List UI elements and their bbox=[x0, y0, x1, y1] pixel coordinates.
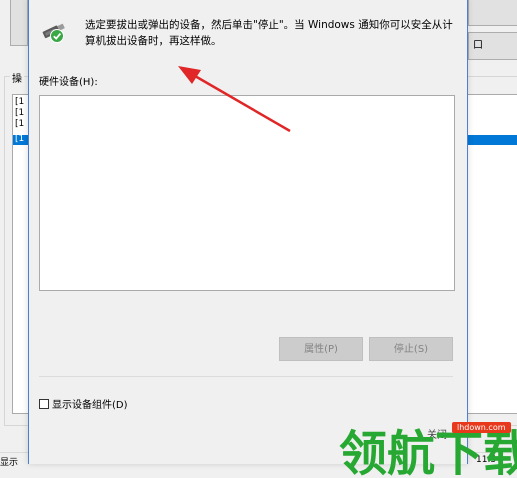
background-list-item[interactable]: [1 bbox=[15, 119, 24, 130]
background-list-item[interactable]: [1 bbox=[15, 97, 24, 108]
background-button-top-right[interactable] bbox=[468, 0, 517, 26]
background-status-left: 显示 bbox=[0, 458, 19, 468]
background-group-label: 操 bbox=[10, 70, 24, 85]
show-components-label: 显示设备组件(D) bbox=[52, 400, 128, 411]
watermark-brand: 领航下载 bbox=[339, 426, 517, 477]
hardware-device-list[interactable] bbox=[39, 95, 455, 291]
stop-button[interactable]: 停止(S) bbox=[369, 337, 453, 361]
background-list-item[interactable]: [1 bbox=[15, 108, 24, 119]
show-components-checkbox-row[interactable]: 显示设备组件(D) bbox=[39, 396, 128, 411]
instruction-text: 选定要拔出或弹出的设备，然后单击"停止"。当 Windows 通知你可以安全从计… bbox=[85, 19, 453, 47]
background-button-right[interactable]: 口 bbox=[468, 32, 517, 60]
watermark-url: lhdown.com bbox=[452, 422, 511, 433]
usb-drive-check-icon bbox=[42, 23, 65, 43]
background-button-left[interactable] bbox=[10, 0, 28, 46]
show-components-checkbox[interactable] bbox=[39, 398, 49, 409]
hardware-devices-label: 硬件设备(H): bbox=[39, 77, 98, 88]
properties-button[interactable]: 属性(P) bbox=[279, 337, 363, 361]
safely-remove-hardware-dialog: 选定要拔出或弹出的设备，然后单击"停止"。当 Windows 通知你可以安全从计… bbox=[28, 0, 468, 464]
divider bbox=[39, 376, 453, 377]
background-list-selected-text: [1 bbox=[15, 134, 25, 144]
